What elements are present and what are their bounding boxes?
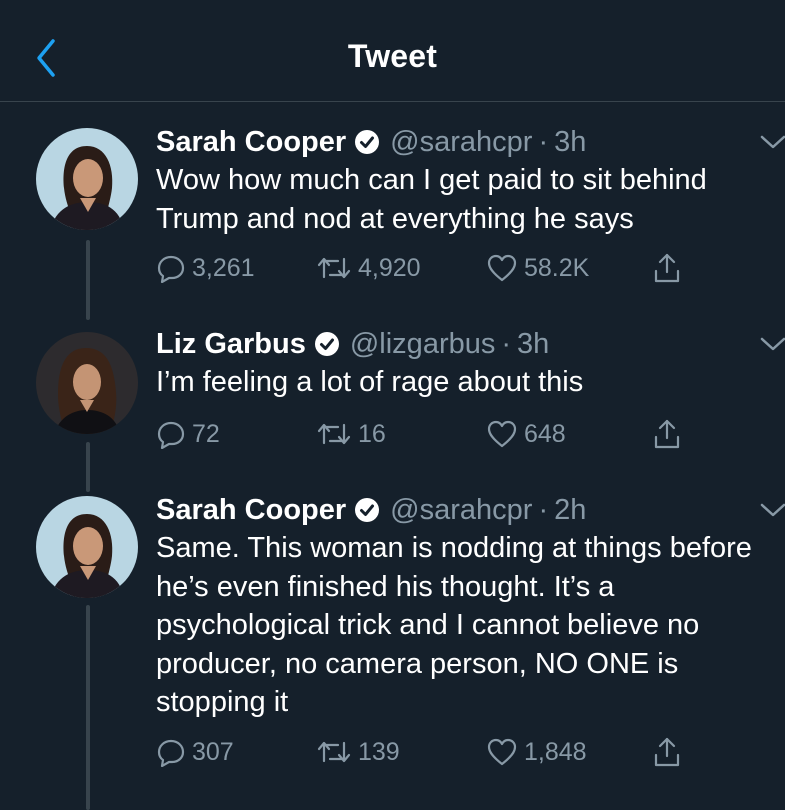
share-button[interactable]: [652, 416, 686, 452]
thread-line: [86, 605, 90, 810]
author-handle[interactable]: @sarahcpr: [390, 494, 532, 527]
author-name[interactable]: Sarah Cooper: [156, 494, 346, 527]
heart-icon: [487, 254, 517, 282]
tweet-author-row: Sarah Cooper @sarahcpr · 2h: [156, 490, 586, 530]
verified-badge-icon: [354, 129, 380, 155]
reply-button[interactable]: 72: [156, 416, 220, 452]
retweet-icon: [317, 423, 351, 445]
avatar[interactable]: [36, 332, 138, 434]
author-handle[interactable]: @sarahcpr: [390, 126, 532, 159]
like-button[interactable]: 1,848: [486, 734, 587, 770]
tweet-author-row: Liz Garbus @lizgarbus · 3h: [156, 324, 549, 364]
timestamp[interactable]: 3h: [517, 328, 549, 361]
retweet-count: 16: [358, 419, 386, 448]
page-title: Tweet: [347, 38, 438, 74]
chevron-down-icon[interactable]: [760, 132, 785, 152]
reply-count: 3,261: [192, 253, 255, 282]
author-handle[interactable]: @lizgarbus: [350, 328, 496, 361]
share-icon: [654, 253, 680, 283]
timestamp[interactable]: 2h: [554, 494, 586, 527]
chevron-down-icon[interactable]: [760, 500, 785, 520]
like-count: 1,848: [524, 737, 587, 766]
retweet-count: 139: [358, 737, 400, 766]
separator-dot: ·: [538, 493, 549, 526]
like-count: 58.2K: [524, 253, 590, 282]
reply-icon: [157, 421, 185, 449]
verified-badge-icon: [314, 331, 340, 357]
author-name[interactable]: Liz Garbus: [156, 328, 306, 361]
retweet-button[interactable]: 16: [316, 416, 386, 452]
reply-button[interactable]: 307: [156, 734, 234, 770]
tweet-text: Wow how much can I get paid to sit behin…: [156, 164, 707, 235]
heart-icon: [487, 420, 517, 448]
thread-line: [86, 240, 90, 320]
avatar[interactable]: [36, 128, 138, 230]
share-button[interactable]: [652, 734, 686, 770]
author-name[interactable]: Sarah Cooper: [156, 126, 346, 159]
timestamp[interactable]: 3h: [554, 126, 586, 159]
avatar[interactable]: [36, 496, 138, 598]
share-icon: [654, 419, 680, 449]
reply-count: 307: [192, 737, 234, 766]
retweet-count: 4,920: [358, 253, 421, 282]
like-button[interactable]: 648: [486, 416, 566, 452]
separator-dot: ·: [501, 327, 512, 360]
chevron-down-icon[interactable]: [760, 334, 785, 354]
retweet-icon: [317, 741, 351, 763]
reply-button[interactable]: 3,261: [156, 250, 255, 286]
tweet-author-row: Sarah Cooper @sarahcpr · 3h: [156, 122, 586, 162]
verified-badge-icon: [354, 497, 380, 523]
heart-icon: [487, 738, 517, 766]
share-icon: [654, 737, 680, 767]
like-count: 648: [524, 419, 566, 448]
tweet-text: I’m feeling a lot of rage about this: [156, 366, 584, 398]
retweet-icon: [317, 257, 351, 279]
reply-count: 72: [192, 419, 220, 448]
tweet-text: Same. This woman is nodding at things be…: [156, 532, 752, 718]
thread-line: [86, 442, 90, 492]
retweet-button[interactable]: 139: [316, 734, 400, 770]
like-button[interactable]: 58.2K: [486, 250, 589, 286]
top-bar: Tweet: [0, 0, 785, 102]
share-button[interactable]: [652, 250, 686, 286]
separator-dot: ·: [538, 125, 549, 158]
reply-icon: [157, 255, 185, 283]
reply-icon: [157, 739, 185, 767]
retweet-button[interactable]: 4,920: [316, 250, 421, 286]
